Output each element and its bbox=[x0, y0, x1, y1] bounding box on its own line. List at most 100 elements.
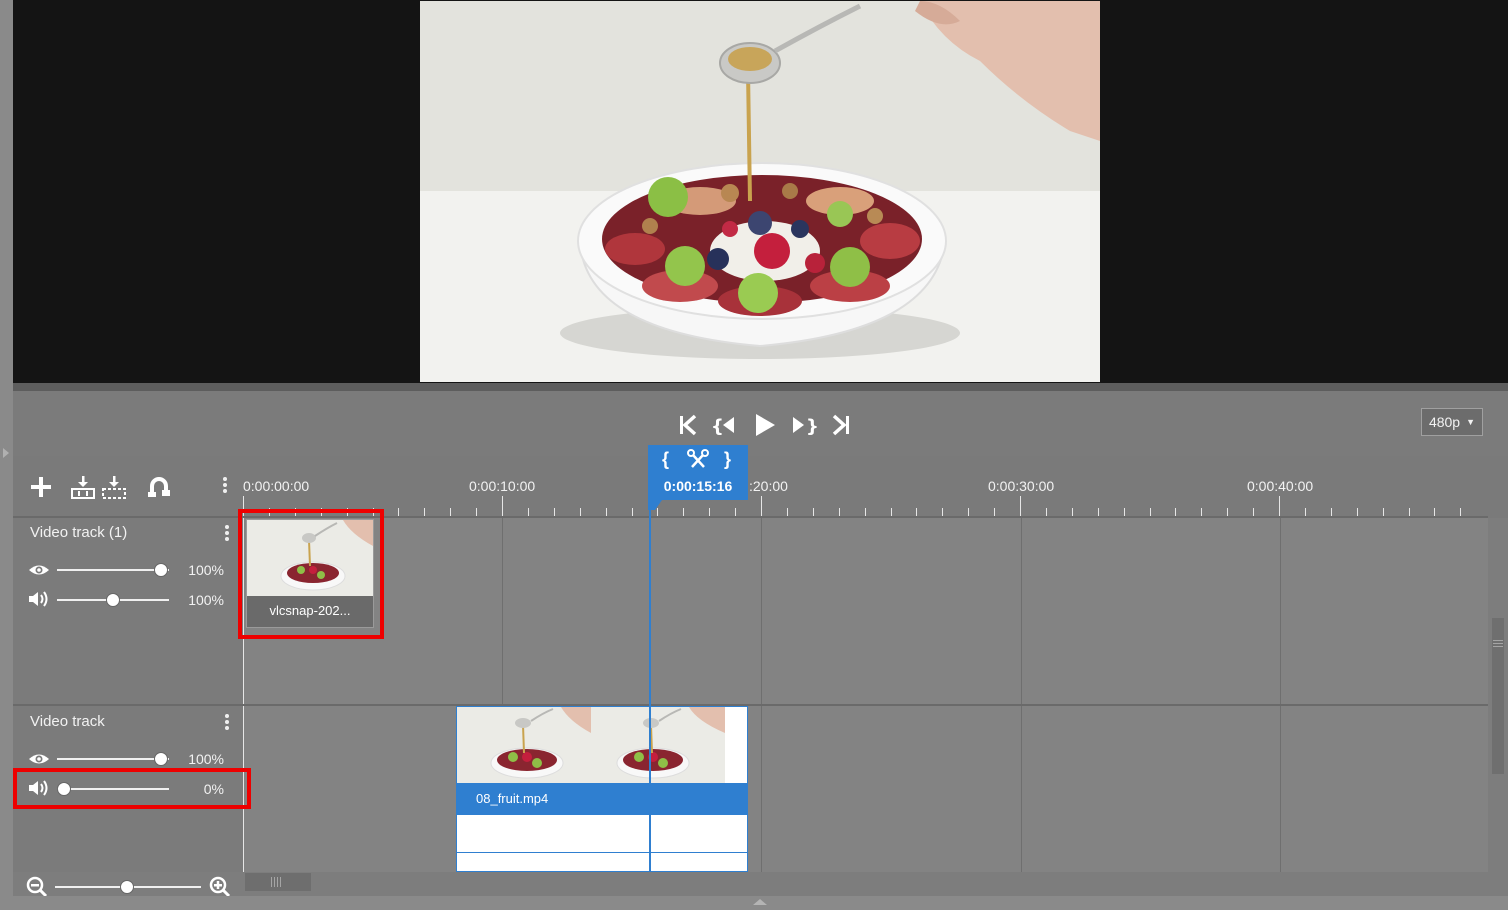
playhead-tip bbox=[648, 500, 662, 510]
track-2-volume-slider[interactable] bbox=[57, 782, 169, 796]
grid-line bbox=[243, 518, 244, 872]
insert-track-icon bbox=[71, 476, 95, 499]
ruler-minor-tick bbox=[476, 508, 477, 516]
video-clip[interactable]: 08_fruit.mp4 bbox=[456, 706, 748, 872]
track-1-menu-icon[interactable] bbox=[223, 524, 231, 544]
slider-knob[interactable] bbox=[120, 880, 134, 894]
ruler-minor-tick bbox=[269, 508, 270, 516]
ruler-minor-tick bbox=[1383, 508, 1384, 516]
go-to-start-button[interactable] bbox=[673, 412, 703, 438]
vertical-scrollbar[interactable] bbox=[1488, 518, 1508, 872]
ruler-minor-tick bbox=[295, 508, 296, 516]
vertical-scroll-thumb[interactable] bbox=[1492, 618, 1504, 774]
set-in-point-button[interactable]: { bbox=[662, 449, 669, 470]
fruit-bowl-preview-image bbox=[420, 1, 1100, 382]
chevron-up-icon[interactable] bbox=[753, 899, 767, 905]
lane-separator bbox=[243, 704, 1488, 706]
ruler-minor-tick bbox=[683, 508, 684, 516]
ruler-minor-tick bbox=[735, 508, 736, 516]
ruler-minor-tick bbox=[813, 508, 814, 516]
preview-divider[interactable] bbox=[13, 383, 1508, 391]
play-button[interactable] bbox=[750, 412, 780, 438]
track-2-visibility-slider[interactable] bbox=[57, 752, 169, 766]
ruler-minor-tick bbox=[865, 508, 866, 516]
grid-line bbox=[1021, 518, 1022, 872]
ruler-minor-tick bbox=[839, 508, 840, 516]
timeline-zoom-slider[interactable] bbox=[55, 880, 201, 894]
go-to-end-button[interactable] bbox=[826, 412, 856, 438]
skip-end-icon bbox=[832, 414, 849, 436]
marker-forward-icon: } bbox=[793, 416, 819, 437]
play-icon bbox=[756, 414, 775, 436]
track-2-menu-icon[interactable] bbox=[223, 713, 231, 733]
ruler-minor-tick bbox=[1124, 508, 1125, 516]
timeline-ruler[interactable]: 0:00:00:00 0:00:10:00 :20:00 0:00:30:00 … bbox=[243, 456, 1488, 518]
magnet-icon bbox=[148, 477, 170, 497]
ruler-minor-tick bbox=[709, 508, 710, 516]
slider-track bbox=[57, 788, 169, 790]
ruler-minor-tick bbox=[916, 508, 917, 516]
track-1-volume-slider[interactable] bbox=[57, 593, 169, 607]
slider-knob[interactable] bbox=[154, 752, 168, 766]
zoom-out-icon[interactable] bbox=[26, 876, 48, 898]
slider-knob[interactable] bbox=[154, 563, 168, 577]
resolution-select[interactable]: 480p ▼ bbox=[1421, 408, 1483, 436]
timeline-toolbar bbox=[13, 456, 243, 518]
add-track-button[interactable] bbox=[28, 474, 54, 500]
track-2-visibility-value: 100% bbox=[188, 751, 224, 767]
ruler-minor-tick bbox=[1098, 508, 1099, 516]
ruler-major-tick bbox=[761, 496, 762, 516]
image-clip[interactable]: vlcsnap-202... bbox=[246, 519, 374, 628]
track-1-visibility-slider[interactable] bbox=[57, 563, 169, 577]
chevron-down-icon: ▼ bbox=[1466, 417, 1476, 427]
expand-panel-arrow-icon[interactable] bbox=[3, 448, 9, 458]
slider-track bbox=[57, 758, 169, 760]
ruler-minor-tick bbox=[1357, 508, 1358, 516]
preview-area bbox=[13, 0, 1508, 383]
transport-bar: { } 480p ▼ bbox=[13, 391, 1508, 456]
split-clip-button[interactable] bbox=[686, 449, 710, 469]
set-out-point-button[interactable]: } bbox=[724, 449, 731, 470]
ruler-minor-tick bbox=[1253, 508, 1254, 516]
insert-track-button[interactable] bbox=[70, 474, 96, 500]
scroll-grip-icon bbox=[271, 877, 272, 887]
ruler-minor-tick bbox=[347, 508, 348, 516]
ruler-minor-tick bbox=[1460, 508, 1461, 516]
ruler-label-0: 0:00:00:00 bbox=[243, 478, 310, 494]
speaker-icon[interactable] bbox=[28, 779, 50, 797]
track-2-volume-value: 0% bbox=[203, 781, 224, 797]
eye-icon[interactable] bbox=[28, 561, 50, 579]
ruler-minor-tick bbox=[321, 508, 322, 516]
track-1-volume-value: 100% bbox=[188, 592, 224, 608]
clip-thumbnail bbox=[247, 520, 373, 596]
magnet-snap-button[interactable] bbox=[146, 474, 172, 500]
ruler-minor-tick bbox=[942, 508, 943, 516]
toolbar-more-icon[interactable] bbox=[221, 476, 229, 496]
ruler-minor-tick bbox=[450, 508, 451, 516]
ruler-minor-tick bbox=[606, 508, 607, 516]
eye-icon[interactable] bbox=[28, 750, 50, 768]
speaker-icon[interactable] bbox=[28, 590, 50, 608]
zoom-in-icon[interactable] bbox=[209, 876, 231, 898]
ruler-label-20: :20:00 bbox=[749, 478, 788, 494]
ruler-minor-tick bbox=[398, 508, 399, 516]
ruler-minor-tick bbox=[528, 508, 529, 516]
previous-marker-button[interactable]: { bbox=[710, 412, 740, 438]
ruler-minor-tick bbox=[1201, 508, 1202, 516]
skip-start-icon bbox=[680, 414, 697, 436]
ruler-major-tick bbox=[1279, 496, 1280, 516]
playhead-line[interactable] bbox=[649, 500, 651, 872]
playhead-handle[interactable]: { } 0:00:15:16 bbox=[648, 445, 748, 500]
timeline-lanes[interactable] bbox=[243, 518, 1488, 872]
insert-track-alt-icon bbox=[102, 476, 126, 499]
ruler-minor-tick bbox=[424, 508, 425, 516]
insert-track-alt-button[interactable] bbox=[101, 474, 127, 500]
svg-text:}: } bbox=[806, 416, 818, 437]
slider-knob[interactable] bbox=[57, 782, 71, 796]
track-1-visibility-value: 100% bbox=[188, 562, 224, 578]
next-marker-button[interactable]: } bbox=[788, 412, 819, 438]
clip-thumbnail bbox=[457, 707, 591, 783]
horizontal-scroll-thumb[interactable] bbox=[245, 873, 311, 891]
ruler-label-40: 0:00:40:00 bbox=[1247, 478, 1314, 494]
slider-knob[interactable] bbox=[105, 593, 120, 607]
